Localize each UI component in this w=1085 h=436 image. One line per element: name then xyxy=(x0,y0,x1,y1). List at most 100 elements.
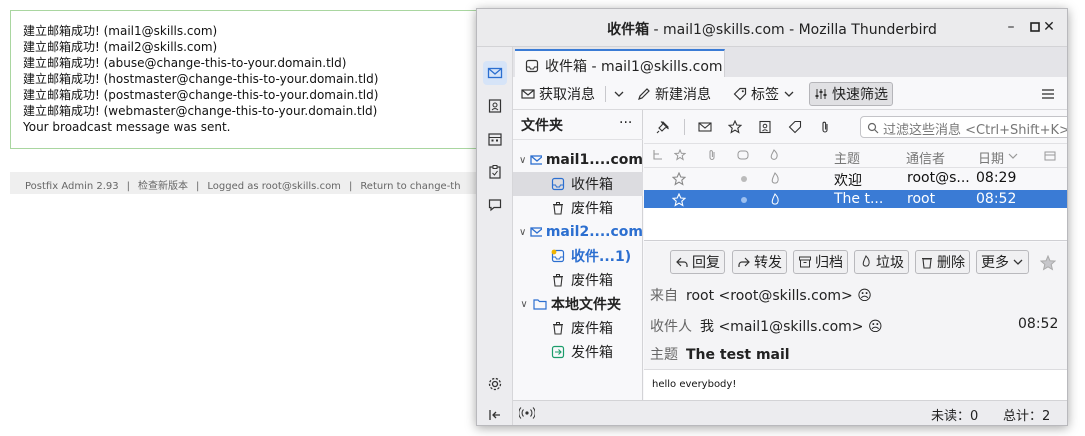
junk-column-icon[interactable] xyxy=(768,149,780,161)
outbox-icon xyxy=(551,345,565,359)
message-body: hello everybody! xyxy=(644,369,1067,400)
to-address[interactable]: 我 <mail1@skills.com> xyxy=(700,319,864,335)
read-dot-icon[interactable] xyxy=(740,196,748,204)
inbox-icon xyxy=(551,177,565,191)
message-line: Your broadcast message was sent. xyxy=(23,120,231,134)
quick-filter-button[interactable]: 快速筛选 xyxy=(809,82,893,106)
message-time: 08:52 xyxy=(1018,316,1059,332)
get-messages-button[interactable]: 获取消息 xyxy=(517,82,599,106)
message-from: root@s... xyxy=(907,170,970,186)
reply-button[interactable]: 回复 xyxy=(670,250,725,274)
status-bar: 未读：0 总计：2 xyxy=(513,400,1067,425)
message-subject: 欢迎 xyxy=(834,173,862,189)
folder-trash-mail2[interactable]: 废件箱 xyxy=(513,268,643,292)
folder-account-mail2[interactable]: ∨ mail2....com xyxy=(513,220,643,244)
total-count: 总计：2 xyxy=(1003,409,1051,424)
column-subject[interactable]: 主题 xyxy=(834,148,860,167)
folder-options-button[interactable]: ··· xyxy=(619,115,632,131)
forward-icon xyxy=(738,257,750,267)
calendar-button[interactable] xyxy=(483,127,507,151)
tab-label: 收件箱 - mail1@skills.com xyxy=(545,59,723,75)
forward-button[interactable]: 转发 xyxy=(732,250,787,274)
hamburger-icon xyxy=(1042,89,1054,99)
message-row-selected[interactable]: The t... root 08:52 xyxy=(644,190,1067,210)
attachment-column-icon[interactable] xyxy=(706,149,718,161)
contact-status-icon[interactable]: ☹ xyxy=(857,288,872,304)
chevron-down-icon[interactable]: ∨ xyxy=(517,155,528,166)
junk-icon[interactable] xyxy=(768,193,782,207)
thread-toolbar: 过滤这些消息 <Ctrl+Shift+K> xyxy=(644,110,1067,144)
column-correspondent[interactable]: 通信者 xyxy=(906,148,945,167)
column-picker-icon[interactable] xyxy=(1044,150,1056,162)
chevron-down-icon xyxy=(784,91,794,97)
folder-account-mail1[interactable]: ∨ mail1....com xyxy=(513,148,643,172)
spaces-toolbar xyxy=(477,47,513,425)
more-button[interactable]: 更多 xyxy=(976,250,1029,274)
folder-outbox[interactable]: 发件箱 xyxy=(513,340,643,364)
chevron-down-icon[interactable]: ∨ xyxy=(517,299,531,310)
message-date: 08:52 xyxy=(976,191,1017,207)
check-version-link[interactable]: 检查新版本 xyxy=(138,181,188,192)
quick-filter-search[interactable]: 过滤这些消息 <Ctrl+Shift+K> xyxy=(860,116,1067,138)
chat-button[interactable] xyxy=(483,193,507,217)
contact-icon[interactable] xyxy=(758,120,772,134)
window-title: 收件箱 - mail1@skills.com - Mozilla Thunder… xyxy=(607,22,937,38)
app-menu-button[interactable] xyxy=(1037,82,1059,106)
return-link[interactable]: Return to change-th xyxy=(360,181,460,192)
star-icon[interactable] xyxy=(672,193,686,207)
folder-local-folders[interactable]: ∨ 本地文件夹 xyxy=(513,292,643,316)
new-message-button[interactable]: 新建消息 xyxy=(633,82,715,106)
close-button[interactable]: ✕ xyxy=(1039,17,1059,37)
read-dot-icon[interactable] xyxy=(740,175,748,183)
folder-inbox-mail2[interactable]: 收件...1) xyxy=(513,244,643,268)
message-row[interactable]: 欢迎 root@s... 08:29 xyxy=(644,169,1067,189)
address-book-icon xyxy=(488,99,502,113)
column-date[interactable]: 日期 xyxy=(978,148,1004,167)
thread-list-empty-area xyxy=(644,208,1067,241)
contact-status-icon[interactable]: ☹ xyxy=(868,319,883,335)
settings-button[interactable] xyxy=(483,372,507,396)
online-status-icon[interactable] xyxy=(519,407,535,419)
star-column-icon[interactable] xyxy=(674,149,686,161)
unread-filter-icon[interactable] xyxy=(698,120,712,134)
tasks-button[interactable] xyxy=(483,160,507,184)
sort-chevron-icon xyxy=(1008,153,1018,159)
junk-icon[interactable] xyxy=(768,172,782,186)
subject-row: 主题 The test mail xyxy=(650,347,790,363)
mail-space-button[interactable] xyxy=(483,61,507,85)
tab-inbox[interactable]: 收件箱 - mail1@skills.com xyxy=(515,49,725,77)
tag-button[interactable]: 标签 xyxy=(729,82,799,106)
archive-button[interactable]: 归档 xyxy=(793,250,848,274)
title-bar[interactable]: 收件箱 - mail1@skills.com - Mozilla Thunder… xyxy=(477,9,1067,47)
folder-trash-local[interactable]: 废件箱 xyxy=(513,316,643,340)
reply-icon xyxy=(676,257,688,267)
unread-count: 未读：0 xyxy=(931,409,979,424)
folder-trash-mail1[interactable]: 废件箱 xyxy=(513,196,643,220)
account-icon xyxy=(530,155,542,165)
pin-icon[interactable] xyxy=(656,120,670,134)
message-line: 建立邮箱成功! (hostmaster@change-this-to-your.… xyxy=(23,72,379,86)
junk-button[interactable]: 垃圾 xyxy=(854,250,909,274)
folder-inbox-mail1[interactable]: 收件箱 xyxy=(513,172,643,196)
chat-icon xyxy=(488,199,502,212)
delete-button[interactable]: 删除 xyxy=(915,250,970,274)
star-icon[interactable] xyxy=(728,120,742,134)
collapse-icon xyxy=(489,410,500,420)
tag-icon[interactable] xyxy=(788,120,802,134)
thread-column-icon[interactable] xyxy=(652,149,664,161)
logged-as-text: Logged as root@skills.com xyxy=(207,181,341,192)
page-footer: Postfix Admin 2.93 | 检查新版本 | Logged as root@… xyxy=(10,172,480,194)
address-book-button[interactable] xyxy=(483,94,507,118)
trash-icon xyxy=(553,322,563,335)
star-icon[interactable] xyxy=(1040,255,1056,271)
star-icon[interactable] xyxy=(672,172,686,186)
from-address[interactable]: root <root@skills.com> xyxy=(686,288,853,304)
get-messages-dropdown[interactable] xyxy=(609,82,629,106)
tasks-icon xyxy=(489,165,501,179)
minimize-button[interactable]: – xyxy=(1001,17,1021,37)
chevron-down-icon[interactable]: ∨ xyxy=(517,227,528,238)
read-status-column-icon[interactable] xyxy=(737,149,749,161)
main-toolbar: 获取消息 新建消息 标签 快速筛选 xyxy=(513,77,1067,110)
attachment-icon[interactable] xyxy=(818,120,832,134)
collapse-spaces-button[interactable] xyxy=(483,403,507,425)
